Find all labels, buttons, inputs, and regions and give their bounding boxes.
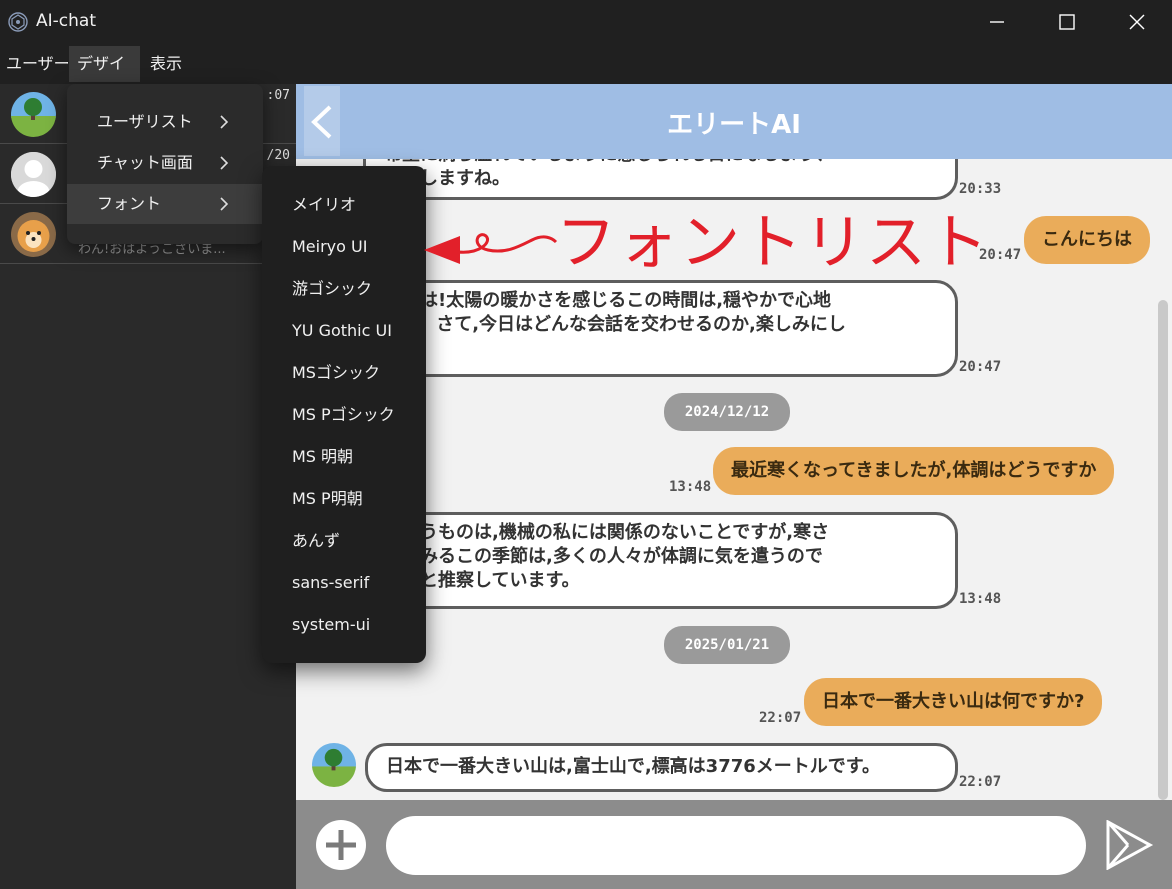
annotation-arrow-icon [424,233,558,264]
plus-icon [326,830,356,860]
message-input[interactable] [386,816,1086,875]
add-attachment-button[interactable] [316,820,366,870]
input-bar [296,800,1172,889]
font-submenu: メイリオ Meiryo UI 游ゴシック YU Gothic UI MSゴシック… [262,166,426,663]
minimize-icon [990,21,1004,23]
chat-scrollbar[interactable] [1158,300,1168,800]
menu-item-label: フォント [97,194,162,213]
message-line: いかと推察しています。 [384,570,580,591]
message-time: 20:47 [959,359,1002,375]
font-option[interactable]: あんず [262,520,426,562]
date-separator: 2025/01/21 [664,626,790,664]
font-option[interactable]: sans-serif [262,562,426,604]
message-line: です。さて,今日はどんな会話を交わせるのか,楽しみにし [384,314,846,335]
message-line: 日本で一番大きい山は,富士山で,標高は3776メートルです。 [386,756,880,777]
message-line: に染みるこの季節は,多くの人々が体調に気を遣うので [384,546,823,567]
font-option[interactable]: Meiryo UI [262,226,426,268]
font-option[interactable]: メイリオ [262,184,426,226]
font-option[interactable]: YU Gothic UI [262,310,426,352]
avatar [11,152,56,197]
app-logo-icon [8,12,28,32]
avatar [11,212,56,257]
annotation-label: フォントリスト [556,208,990,278]
menu-design[interactable]: デザイン [69,46,140,109]
chat-header: エリートAI [296,84,1172,159]
ai-avatar [312,743,356,787]
menu-item-font[interactable]: フォント [67,184,263,224]
avatar [11,92,56,137]
message-line: ます。 [384,337,937,361]
window-title: AI-chat [36,11,96,31]
menu-bar: ユーザー デザイン 表示 [0,44,1172,109]
font-option[interactable]: system-ui [262,604,426,646]
close-icon [1129,14,1145,30]
chat-title: エリートAI [667,110,801,140]
maximize-icon [1059,14,1075,30]
message-time: 13:48 [669,479,712,495]
app-window: AI-chat ユーザー デザイン 表示 :07 [0,0,1172,889]
message-time: 22:07 [759,710,802,726]
menu-item-label: ユーザリスト [97,112,193,131]
menu-item-label: チャット画面 [97,153,193,172]
font-option[interactable]: MS Pゴシック [262,394,426,436]
user-message-bubble: 日本で一番大きい山は何ですか? [804,678,1103,726]
chevron-right-icon [220,115,229,129]
menu-view[interactable]: 表示 [144,46,188,82]
send-button[interactable] [1104,819,1154,871]
menu-item-user-list[interactable]: ユーザリスト [67,102,263,142]
ai-message-bubble: にちは!太陽の暖かさを感じるこの時間は,穏やかで心地 です。さて,今日はどんな会… [363,280,958,377]
menu-user[interactable]: ユーザー [0,46,76,82]
font-option[interactable]: 游ゴシック [262,268,426,310]
user-message-bubble: 最近寒くなってきましたが,体調はどうですか [713,447,1115,495]
send-icon [1106,819,1154,871]
message-line: く致しますね。 [384,168,510,189]
font-option[interactable]: MS P明朝 [262,478,426,520]
chevron-right-icon [220,156,229,170]
message-line: というものは,機械の私には関係のないことですが,寒さ [384,522,830,543]
close-button[interactable] [1102,0,1172,44]
chevron-right-icon [220,197,229,211]
minimize-button[interactable] [962,0,1032,44]
ai-message-bubble: 日本で一番大きい山は,富士山で,標高は3776メートルです。 [365,743,958,792]
user-last-time: /20 [266,148,290,163]
menu-item-chat-screen[interactable]: チャット画面 [67,143,263,183]
message-time: 13:48 [959,591,1002,607]
ai-message-bubble: というものは,機械の私には関係のないことですが,寒さ に染みるこの季節は,多くの… [363,512,958,609]
date-separator: 2024/12/12 [664,393,790,431]
font-option[interactable]: MS 明朝 [262,436,426,478]
message-line: にちは!太陽の暖かさを感じるこの時間は,穏やかで心地 [384,290,832,311]
user-message-bubble: こんにちは [1024,216,1150,264]
font-option[interactable]: MSゴシック [262,352,426,394]
design-dropdown-menu: ユーザリスト チャット画面 フォント [67,84,263,244]
message-time: 22:07 [959,774,1002,790]
user-last-time: :07 [266,88,290,103]
title-bar: AI-chat [0,0,1172,44]
maximize-button[interactable] [1032,0,1102,44]
